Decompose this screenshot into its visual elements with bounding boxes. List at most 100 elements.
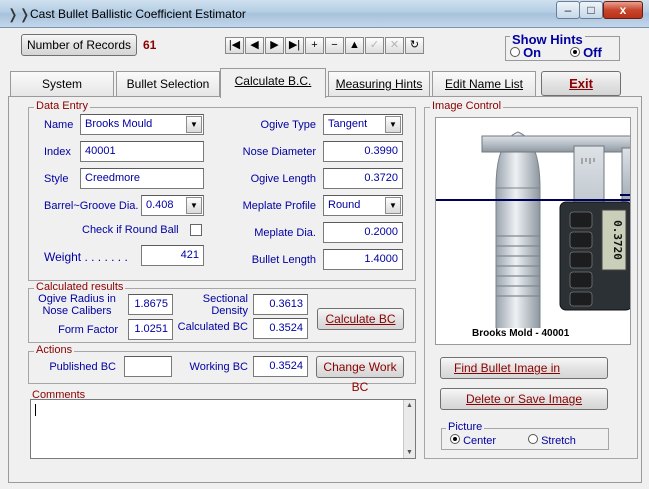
calculate-bc-button[interactable]: Calculate BC <box>317 308 404 330</box>
sectional-density-label-line2: Density <box>211 305 248 317</box>
ogive-radius-label: Ogive Radius in Nose Calibers <box>36 293 118 317</box>
caliper-measuring-bullet-image: 0.3720 <box>436 131 630 339</box>
published-bc-field[interactable] <box>124 356 172 377</box>
caliper-reading-text: 0.3720 <box>611 220 624 260</box>
bullet-length-field[interactable]: 1.4000 <box>323 249 403 270</box>
hints-on-option[interactable]: On <box>510 45 541 60</box>
actions-title: Actions <box>34 344 75 356</box>
hints-off-option[interactable]: Off <box>570 45 602 60</box>
chevron-down-icon[interactable]: ▼ <box>186 116 202 133</box>
delete-save-image-button[interactable]: Delete or Save Image <box>440 388 608 410</box>
cancel-record-icon[interactable]: ✕ <box>385 37 404 54</box>
style-field[interactable]: Creedmore <box>80 168 204 189</box>
meplate-profile-value: Round <box>328 199 361 211</box>
add-record-icon[interactable]: + <box>305 37 324 54</box>
save-record-icon[interactable]: ✓ <box>365 37 384 54</box>
text-caret <box>35 404 36 416</box>
working-bc-field[interactable]: 0.3524 <box>253 356 308 377</box>
scroll-up-icon[interactable]: ▲ <box>406 402 413 409</box>
comments-scrollbar[interactable]: ▲ ▼ <box>403 400 415 458</box>
bullet-image: 0.3720 <box>435 117 631 345</box>
next-record-icon[interactable]: ▶ <box>265 37 284 54</box>
weight-label: Weight . . . . . . . <box>44 250 128 264</box>
app-icon: ❭❭ <box>7 6 31 22</box>
close-button[interactable]: x <box>603 1 643 19</box>
calculated-results-title: Calculated results <box>34 281 126 293</box>
hints-off-radio[interactable] <box>570 47 580 57</box>
working-bc-label: Working BC <box>189 361 248 373</box>
delete-record-icon[interactable]: − <box>325 37 344 54</box>
refresh-icon[interactable]: ↻ <box>405 37 424 54</box>
ogive-length-field[interactable]: 0.3720 <box>323 168 403 189</box>
ogive-type-value: Tangent <box>328 118 368 130</box>
tab-edit-name-list[interactable]: Edit Name List <box>432 71 536 96</box>
tab-system[interactable]: System <box>10 71 114 96</box>
name-label: Name <box>44 119 74 131</box>
ogive-length-label: Ogive Length <box>250 173 316 185</box>
picture-center-radio[interactable] <box>450 434 460 444</box>
title-bar: ❭❭ Cast Bullet Ballistic Coefficient Est… <box>0 0 649 28</box>
meplate-dia-label: Meplate Dia. <box>254 227 316 239</box>
round-ball-label: Check if Round Ball <box>82 224 179 236</box>
ogive-radius-label-line2: Nose Calibers <box>42 305 112 317</box>
data-entry-title: Data Entry <box>34 100 90 112</box>
comments-textarea[interactable]: ▲ ▼ <box>30 399 416 459</box>
number-of-records-button[interactable]: Number of Records <box>21 34 137 56</box>
meplate-profile-label: Meplate Profile <box>242 200 316 212</box>
image-control-title: Image Control <box>430 100 504 112</box>
barrel-groove-select[interactable]: 0.408 ▼ <box>141 195 204 216</box>
maximize-button[interactable]: □ <box>579 1 603 19</box>
last-record-icon[interactable]: ▶| <box>285 37 304 54</box>
name-select[interactable]: Brooks Mould ▼ <box>80 114 204 135</box>
picture-stretch-label: Stretch <box>541 435 576 447</box>
style-label: Style <box>44 173 69 185</box>
exit-button[interactable]: Exit <box>541 71 621 96</box>
image-caption: Brooks Mold - 40001 <box>472 328 570 339</box>
published-bc-label: Published BC <box>49 361 116 373</box>
first-record-icon[interactable]: |◀ <box>225 37 244 54</box>
change-work-bc-button[interactable]: Change Work BC <box>316 356 404 394</box>
form-factor-field: 1.0251 <box>128 319 173 340</box>
ogive-type-label: Ogive Type <box>260 119 316 131</box>
sectional-density-label-line1: Sectional <box>202 293 248 305</box>
ogive-type-select[interactable]: Tangent ▼ <box>323 114 403 135</box>
minimize-button[interactable]: – <box>556 1 580 19</box>
prev-record-icon[interactable]: ◀ <box>245 37 264 54</box>
chevron-down-icon[interactable]: ▼ <box>385 116 401 133</box>
meplate-dia-field[interactable]: 0.2000 <box>323 222 403 243</box>
edit-record-icon[interactable]: ▲ <box>345 37 364 54</box>
hints-off-label: Off <box>583 45 602 60</box>
chevron-down-icon[interactable]: ▼ <box>385 197 401 214</box>
scroll-down-icon[interactable]: ▼ <box>406 449 413 456</box>
picture-title: Picture <box>446 421 485 433</box>
hints-on-radio[interactable] <box>510 47 520 57</box>
calculated-bc-field: 0.3524 <box>253 318 308 339</box>
chevron-down-icon[interactable]: ▼ <box>186 197 202 214</box>
ogive-radius-label-line1: Ogive Radius in <box>38 293 116 305</box>
round-ball-checkbox[interactable] <box>190 224 202 236</box>
picture-stretch-radio[interactable] <box>528 434 538 444</box>
index-label: Index <box>44 146 71 158</box>
find-bullet-image-button[interactable]: Find Bullet Image in <box>440 357 608 379</box>
meplate-profile-select[interactable]: Round ▼ <box>323 195 403 216</box>
weight-field[interactable]: 421 <box>141 245 204 266</box>
sectional-density-field: 0.3613 <box>253 294 308 315</box>
tab-measuring-hints[interactable]: Measuring Hints <box>328 71 430 96</box>
picture-stretch-option[interactable]: Stretch <box>528 434 576 447</box>
index-field[interactable]: 40001 <box>80 141 204 162</box>
barrel-groove-label: Barrel~Groove Dia. <box>44 200 139 212</box>
hints-on-label: On <box>523 45 542 60</box>
records-count: 61 <box>143 38 157 52</box>
sectional-density-label: Sectional Density <box>180 293 248 317</box>
picture-center-label: Center <box>463 435 497 447</box>
ogive-radius-field: 1.8675 <box>128 294 173 315</box>
tab-calculate-bc[interactable]: Calculate B.C. <box>220 68 326 98</box>
name-value: Brooks Mould <box>85 118 153 130</box>
nose-diameter-label: Nose Diameter <box>242 146 316 158</box>
picture-center-option[interactable]: Center <box>450 434 496 447</box>
tab-bullet-selection[interactable]: Bullet Selection <box>116 71 220 96</box>
nose-diameter-field[interactable]: 0.3990 <box>323 141 403 162</box>
form-factor-label: Form Factor <box>58 324 118 336</box>
calculated-bc-label: Calculated BC <box>177 321 248 333</box>
barrel-groove-value: 0.408 <box>146 199 174 211</box>
